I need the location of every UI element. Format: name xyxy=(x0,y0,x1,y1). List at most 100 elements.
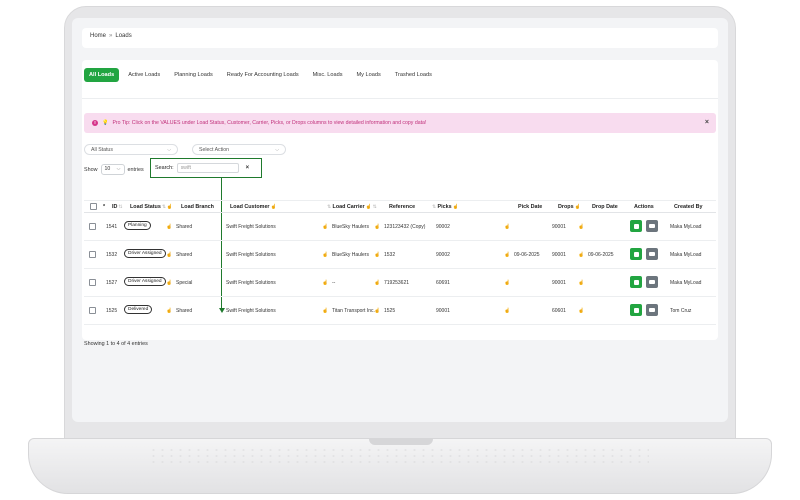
col-drop-date[interactable]: Drop Date xyxy=(592,204,618,210)
row-branch: Shared xyxy=(176,252,193,258)
row-created-by: Maka MyLoad xyxy=(670,224,702,230)
breadcrumb-home[interactable]: Home xyxy=(90,33,106,39)
row-carrier[interactable]: -- xyxy=(332,280,335,286)
select-all-checkbox[interactable] xyxy=(90,203,97,210)
app-screen: Home» Loads All Loads Active Loads Planni… xyxy=(72,18,728,422)
row-created-by: Maka MyLoad xyxy=(670,280,702,286)
col-created-by[interactable]: Created By xyxy=(674,204,702,210)
hand-pointer-icon: ☝ xyxy=(166,308,173,314)
tab-ready-for-accounting[interactable]: Ready For Accounting Loads xyxy=(222,68,304,82)
status-badge[interactable]: Driver Assigned xyxy=(124,249,166,258)
hand-pointer-icon: ☝ xyxy=(322,224,329,230)
pro-tip-banner: ! 💡 Pro Tip: Click on the VALUES under L… xyxy=(84,113,716,133)
col-load-carrier[interactable]: ⇅ Load Carrier☝⇅ xyxy=(326,204,377,210)
load-tabs: All Loads Active Loads Planning Loads Re… xyxy=(84,68,437,82)
tab-active-loads[interactable]: Active Loads xyxy=(123,68,165,82)
search-label: Search: xyxy=(155,165,174,171)
row-drops[interactable]: 90001 xyxy=(552,224,566,230)
table-info: Showing 1 to 4 of 4 entries xyxy=(84,341,148,347)
sort-arrows-icon: ⇅ xyxy=(161,205,166,210)
row-reference: 1532 xyxy=(384,252,396,258)
row-customer[interactable]: Swift Freight Solutions xyxy=(226,280,276,286)
loads-table: * ID⇅ Load Status⇅☝ Load Branch Load Cus… xyxy=(84,200,716,325)
row-picks[interactable]: 90002 xyxy=(436,224,450,230)
action-select[interactable]: Select Action ⌵ xyxy=(192,144,286,155)
hand-pointer-icon: ☝ xyxy=(578,308,585,314)
table-header: * ID⇅ Load Status⇅☝ Load Branch Load Cus… xyxy=(84,200,716,213)
entries-value: 10 xyxy=(104,166,111,172)
tab-planning-loads[interactable]: Planning Loads xyxy=(169,68,218,82)
col-load-status[interactable]: Load Status⇅☝ xyxy=(130,204,173,210)
col-id[interactable]: ID⇅ xyxy=(112,204,122,210)
hand-pointer-icon: ☝ xyxy=(374,308,381,314)
row-created-by: Maka MyLoad xyxy=(670,252,702,258)
col-load-branch[interactable]: Load Branch xyxy=(181,204,214,210)
hand-pointer-icon: ☝ xyxy=(374,280,381,286)
row-customer[interactable]: Swift Freight Solutions xyxy=(226,308,276,314)
copy-icon[interactable] xyxy=(630,220,642,232)
table-row[interactable]: 1541 Planning ☝ Shared Swift Freight Sol… xyxy=(84,213,716,241)
sort-arrows-icon: ⇅ xyxy=(372,205,377,210)
status-badge[interactable]: Planning xyxy=(124,221,151,230)
truck-icon[interactable] xyxy=(646,304,658,316)
copy-icon[interactable] xyxy=(630,248,642,260)
hand-pointer-icon: ☝ xyxy=(166,224,173,230)
search-input[interactable] xyxy=(176,163,239,173)
entries-length: Show 10 ⌵ entries xyxy=(84,164,144,175)
status-filter-value: All Status xyxy=(91,146,113,153)
col-reference[interactable]: Reference xyxy=(389,204,415,210)
row-drops[interactable]: 60601 xyxy=(552,308,566,314)
tab-my-loads[interactable]: My Loads xyxy=(352,68,386,82)
col-pick-date[interactable]: Pick Date xyxy=(518,204,542,210)
row-customer[interactable]: Swift Freight Solutions xyxy=(226,224,276,230)
row-branch: Special xyxy=(176,280,193,286)
copy-icon[interactable] xyxy=(630,304,642,316)
hand-pointer-icon: ☝ xyxy=(322,280,329,286)
close-icon[interactable]: × xyxy=(705,119,709,126)
row-drops[interactable]: 90001 xyxy=(552,280,566,286)
row-reference: 1525 xyxy=(384,308,396,314)
truck-icon[interactable] xyxy=(646,276,658,288)
truck-icon[interactable] xyxy=(646,248,658,260)
status-filter-select[interactable]: All Status ⌵ xyxy=(84,144,178,155)
table-row[interactable]: 1525 Delivered ☝ Shared Swift Freight So… xyxy=(84,297,716,325)
row-checkbox[interactable] xyxy=(89,307,96,314)
col-load-customer[interactable]: Load Customer☝ xyxy=(230,204,277,210)
loads-panel: All Loads Active Loads Planning Loads Re… xyxy=(82,60,718,347)
row-carrier[interactable]: Titan Transport Inc. xyxy=(332,308,375,314)
row-customer[interactable]: Swift Freight Solutions xyxy=(226,252,276,258)
row-drops[interactable]: 90001 xyxy=(552,252,566,258)
row-branch: Shared xyxy=(176,224,193,230)
col-star[interactable]: * xyxy=(103,204,105,210)
entries-select[interactable]: 10 ⌵ xyxy=(100,164,125,175)
row-carrier[interactable]: BlueSky Haulers xyxy=(332,252,369,258)
row-checkbox[interactable] xyxy=(89,251,96,258)
breadcrumb: Home» Loads xyxy=(90,33,132,39)
row-checkbox[interactable] xyxy=(89,279,96,286)
row-reference: 123123432 (Copy) xyxy=(384,224,426,230)
laptop-base xyxy=(28,438,772,494)
hand-pointer-icon: ☝ xyxy=(452,205,459,210)
tab-trashed-loads[interactable]: Trashed Loads xyxy=(390,68,437,82)
tab-all-loads[interactable]: All Loads xyxy=(84,68,120,82)
row-carrier[interactable]: BlueSky Haulers xyxy=(332,224,369,230)
col-picks[interactable]: ⇅ Picks☝ xyxy=(431,204,459,210)
hand-pointer-icon: ☝ xyxy=(578,280,585,286)
row-picks[interactable]: 90001 xyxy=(436,308,450,314)
table-row[interactable]: 1532 Driver Assigned ☝ Shared Swift Frei… xyxy=(84,241,716,269)
pro-tip-text: Pro Tip: Click on the VALUES under Load … xyxy=(112,120,427,126)
table-row[interactable]: 1527 Driver Assigned ☝ Special Swift Fre… xyxy=(84,269,716,297)
copy-icon[interactable] xyxy=(630,276,642,288)
col-drops[interactable]: Drops☝ xyxy=(558,204,581,210)
clear-search-icon[interactable]: × xyxy=(246,165,250,171)
truck-icon[interactable] xyxy=(646,220,658,232)
row-picks[interactable]: 60691 xyxy=(436,280,450,286)
hand-pointer-icon: ☝ xyxy=(504,252,511,258)
hand-pointer-icon: ☝ xyxy=(504,224,511,230)
row-checkbox[interactable] xyxy=(89,223,96,230)
tab-misc-loads[interactable]: Misc. Loads xyxy=(308,68,348,82)
status-badge[interactable]: Delivered xyxy=(124,305,153,314)
chevron-down-icon: ⌵ xyxy=(275,146,279,153)
status-badge[interactable]: Driver Assigned xyxy=(124,277,166,286)
row-picks[interactable]: 90002 xyxy=(436,252,450,258)
